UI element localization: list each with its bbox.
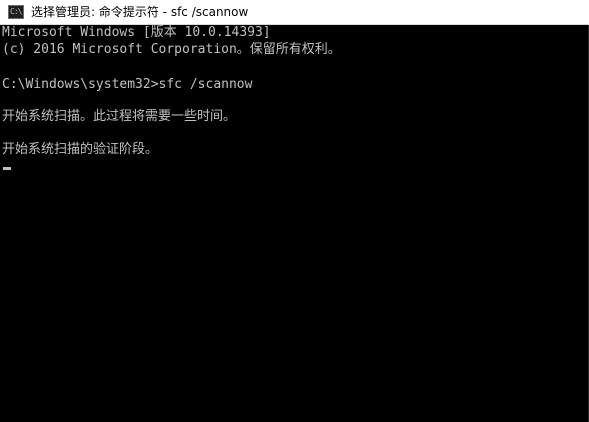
- console-line-command: C:\Windows\system32>sfc /scannow: [2, 77, 253, 92]
- command-prompt-icon-glyph: C:\: [10, 7, 22, 16]
- title-bar[interactable]: C:\ 选择管理员: 命令提示符 - sfc /scannow: [0, 0, 589, 25]
- command-prompt-icon[interactable]: C:\: [8, 5, 24, 19]
- console-line-verification: 开始系统扫描的验证阶段。: [2, 142, 159, 157]
- console-line-scan-start: 开始系统扫描。此过程将需要一些时间。: [2, 109, 237, 124]
- command-prompt-window: C:\ 选择管理员: 命令提示符 - sfc /scannow Microsof…: [0, 0, 589, 422]
- text-cursor: [3, 167, 11, 170]
- window-title: 选择管理员: 命令提示符 - sfc /scannow: [31, 5, 249, 19]
- console-output[interactable]: Microsoft Windows [版本 10.0.14393] (c) 20…: [0, 25, 589, 422]
- console-line-version: Microsoft Windows [版本 10.0.14393]: [2, 25, 271, 40]
- console-line-copyright: (c) 2016 Microsoft Corporation。保留所有权利。: [2, 42, 341, 57]
